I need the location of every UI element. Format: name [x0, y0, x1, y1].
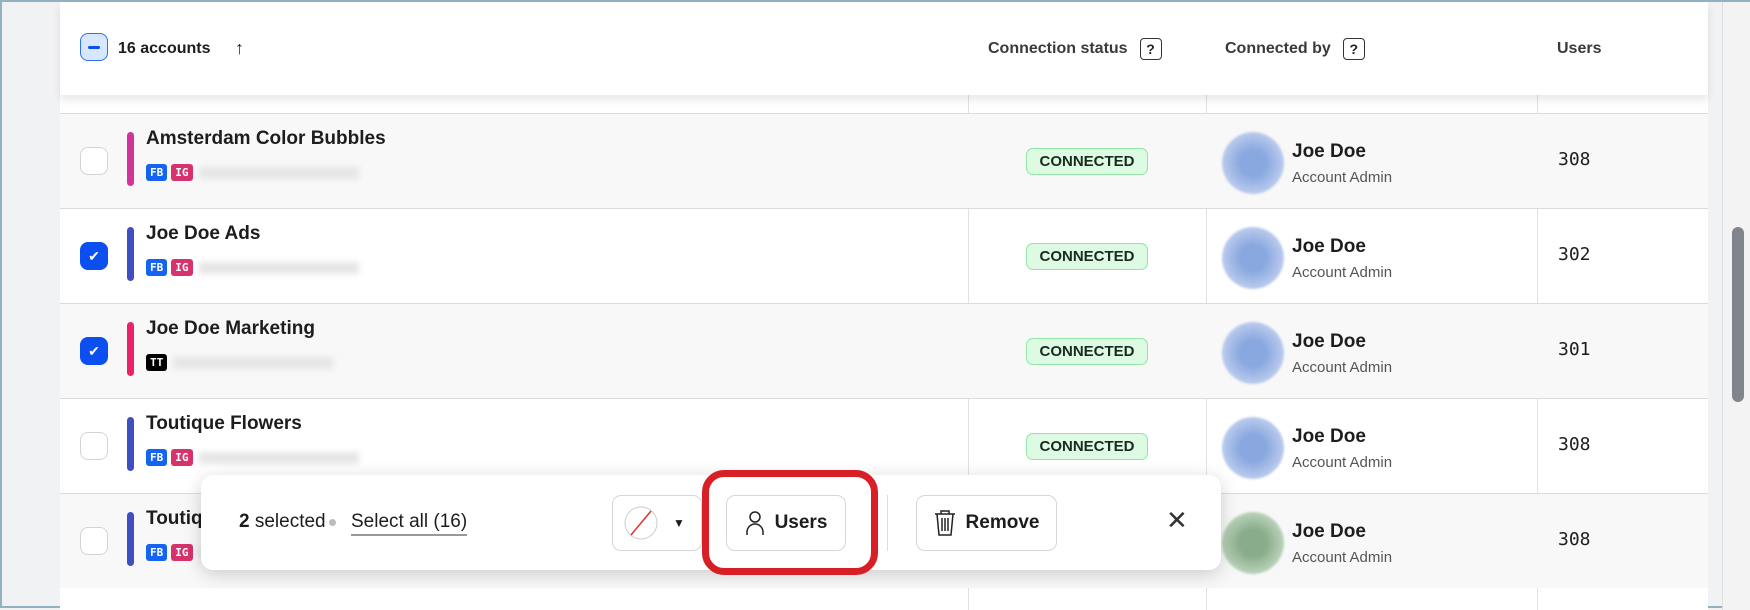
caret-down-icon: ▼ — [673, 516, 685, 530]
connected-by-name: Joe Doe — [1292, 236, 1366, 257]
connected-by-role: Account Admin — [1292, 359, 1393, 376]
table-row[interactable]: ✔ Joe Doe Marketing TT CONNECTED Joe Doe… — [60, 303, 1708, 398]
platform-badge: IG — [171, 164, 193, 181]
connected-by-role: Account Admin — [1292, 264, 1393, 281]
platform-tags: FB IG — [146, 164, 359, 181]
connected-by-role: Account Admin — [1292, 169, 1393, 186]
users-count: 301 — [1558, 339, 1591, 360]
account-name[interactable]: Joe Doe Ads — [146, 223, 260, 245]
close-icon[interactable]: ✕ — [1166, 505, 1188, 536]
users-count: 302 — [1558, 244, 1591, 265]
redacted-id — [198, 261, 359, 274]
status-badge: CONNECTED — [1026, 338, 1148, 365]
connected-by-name: Joe Doe — [1292, 141, 1366, 162]
status-badge: CONNECTED — [1026, 243, 1148, 270]
status-badge: CONNECTED — [1026, 148, 1148, 175]
account-color-bar — [127, 132, 134, 186]
avatar — [1222, 417, 1284, 479]
row-checkbox[interactable]: ✔ — [80, 337, 108, 365]
row-checkbox[interactable] — [80, 432, 108, 460]
table-header: 16 accounts ↑ Connection status? Connect… — [60, 2, 1708, 95]
account-color-bar — [127, 322, 134, 376]
row-checkbox[interactable]: ✔ — [80, 242, 108, 270]
connected-by-role: Account Admin — [1292, 454, 1393, 471]
avatar — [1222, 227, 1284, 289]
connected-by-role: Account Admin — [1292, 549, 1393, 566]
platform-badge: IG — [171, 544, 193, 561]
avatar — [1222, 512, 1284, 574]
label-color-dropdown[interactable]: ▼ — [612, 495, 702, 551]
platform-badge: FB — [146, 164, 168, 181]
help-icon[interactable]: ? — [1139, 37, 1162, 60]
account-color-bar — [127, 512, 134, 566]
platform-badge: IG — [171, 259, 193, 276]
platform-tags: TT — [146, 354, 334, 371]
platform-badge: TT — [146, 354, 168, 371]
column-connection-status[interactable]: Connection status? — [988, 2, 1162, 95]
divider — [887, 495, 888, 551]
connected-by-name: Joe Doe — [1292, 521, 1366, 542]
users-count: 308 — [1558, 529, 1591, 550]
arrow-up-icon[interactable]: ↑ — [235, 38, 244, 59]
row-checkbox[interactable] — [80, 527, 108, 555]
accounts-count: 16 accounts — [118, 39, 211, 57]
help-icon[interactable]: ? — [1342, 37, 1365, 60]
account-name[interactable]: Toutique Flowers — [146, 413, 302, 435]
selected-count: 2 selected — [239, 511, 326, 532]
trash-icon — [934, 510, 955, 536]
highlight-annotation — [702, 470, 878, 575]
platform-badge: FB — [146, 449, 168, 466]
account-name[interactable]: Amsterdam Color Bubbles — [146, 128, 386, 150]
redacted-id — [198, 451, 359, 464]
avatar — [1222, 322, 1284, 384]
account-color-bar — [127, 417, 134, 471]
users-count: 308 — [1558, 149, 1591, 170]
connected-by-name: Joe Doe — [1292, 426, 1366, 447]
table-row[interactable]: ✔ Joe Doe Ads FB IG CONNECTED Joe Doe Acc… — [60, 208, 1708, 303]
remove-button[interactable]: Remove — [916, 495, 1057, 551]
platform-badge: IG — [171, 449, 193, 466]
select-all-checkbox[interactable] — [80, 33, 108, 61]
account-name[interactable]: Joe Doe Marketing — [146, 318, 315, 340]
column-connected-by[interactable]: Connected by? — [1225, 2, 1365, 95]
account-color-bar — [127, 227, 134, 281]
column-users[interactable]: Users — [1557, 2, 1601, 95]
row-checkbox[interactable] — [80, 147, 108, 175]
connected-by-name: Joe Doe — [1292, 331, 1366, 352]
platform-tags: FB IG — [146, 449, 359, 466]
no-color-icon — [624, 506, 658, 540]
table-row[interactable]: Amsterdam Color Bubbles FB IG CONNECTED J… — [60, 113, 1708, 208]
redacted-id — [173, 356, 334, 369]
platform-badge: FB — [146, 259, 168, 276]
users-count: 308 — [1558, 434, 1591, 455]
platform-badge: FB — [146, 544, 168, 561]
status-badge: CONNECTED — [1026, 433, 1148, 460]
redacted-id — [198, 166, 359, 179]
separator-dot — [329, 519, 336, 526]
avatar — [1222, 132, 1284, 194]
scrollbar-thumb[interactable] — [1732, 227, 1744, 402]
select-all-link[interactable]: Select all (16) — [351, 511, 468, 536]
platform-tags: FB IG — [146, 259, 359, 276]
